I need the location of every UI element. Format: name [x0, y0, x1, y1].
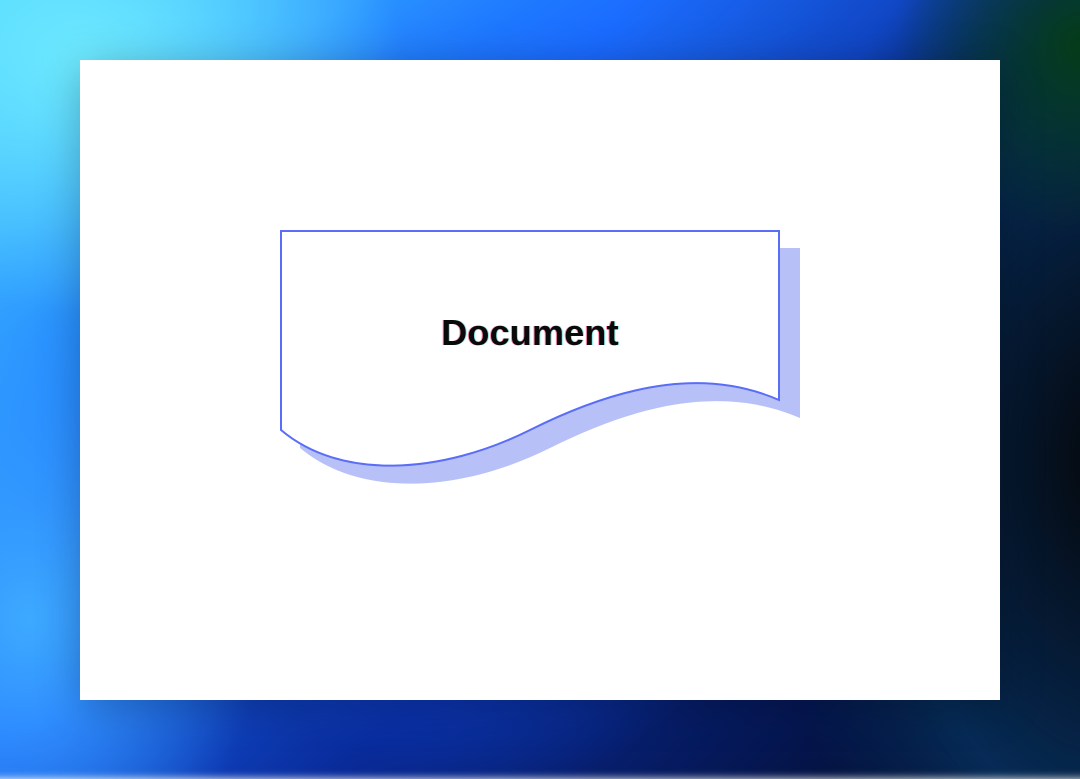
document-shape-outline: [280, 230, 780, 490]
canvas-page: Document: [80, 60, 1000, 700]
document-shape-label: Document: [280, 312, 780, 354]
document-shape[interactable]: Document: [280, 230, 800, 510]
